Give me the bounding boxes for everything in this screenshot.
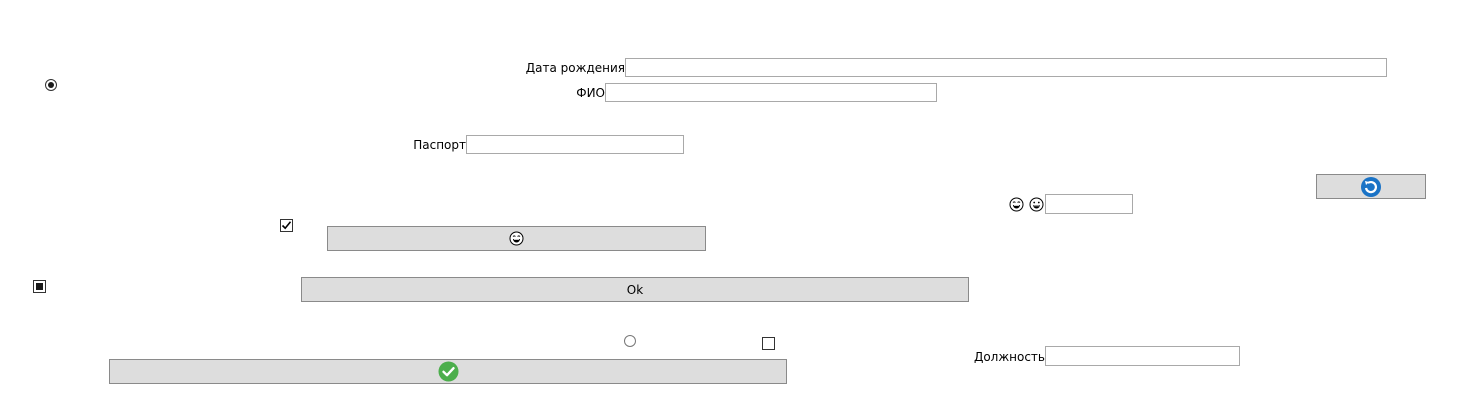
birth-date-input[interactable] [625,58,1387,77]
ok-button[interactable]: Ok [301,277,969,302]
radio-button-selected[interactable] [45,79,57,91]
birth-date-label: Дата рождения [525,61,625,75]
checkbox-unchecked[interactable] [762,337,775,350]
emoji-input[interactable] [1045,194,1133,214]
position-label: Должность [973,350,1045,364]
checkbox-indeterminate[interactable] [33,280,46,293]
emoji-button[interactable] [327,226,706,251]
passport-label: Паспорт [413,138,466,152]
full-name-label: ФИО [576,86,605,100]
grinning-emoji-icon [1029,197,1044,212]
checkbox-checked[interactable] [280,219,293,232]
checkmark-icon [281,221,292,230]
position-input[interactable] [1045,346,1240,366]
confirm-button[interactable] [109,359,787,384]
green-check-icon [438,361,458,382]
laughing-emoji-icon [509,231,524,246]
laughing-emoji-icon [1009,197,1024,212]
refresh-button[interactable] [1316,174,1426,199]
full-name-input[interactable] [605,83,937,102]
form-window: Дата рождения ФИО Паспорт Ok Должность [0,0,1461,413]
passport-input[interactable] [466,135,684,154]
blue-circle-arrow-icon [1361,176,1381,197]
radio-button-unselected[interactable] [624,335,636,347]
